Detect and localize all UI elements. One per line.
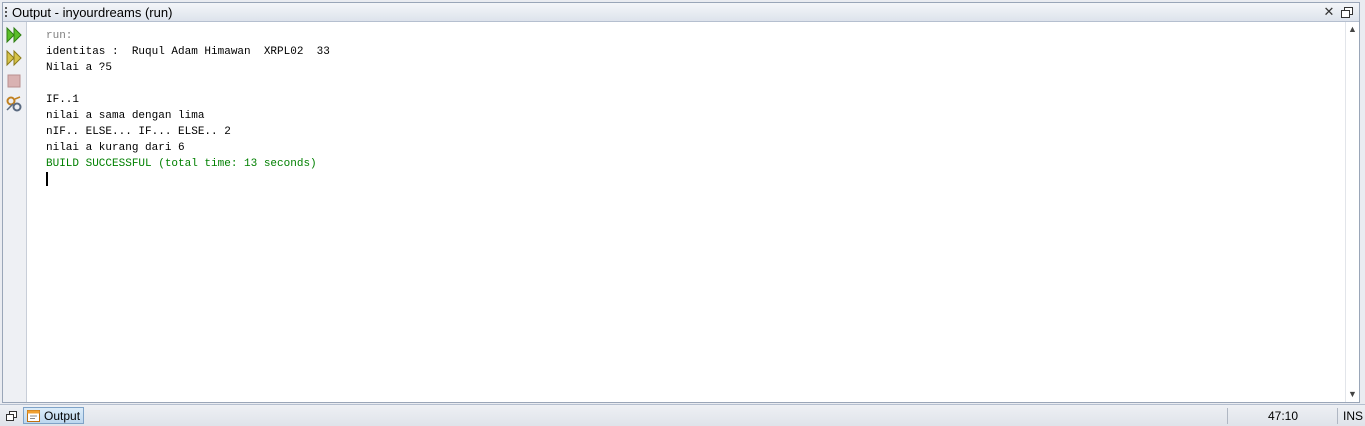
- caret-position: 47:10: [1268, 409, 1299, 423]
- output-line: nilai a sama dengan lima: [46, 110, 205, 122]
- output-line: [46, 76, 330, 92]
- close-button[interactable]: ✕: [1322, 5, 1336, 19]
- output-lines: run: identitas : Ruqul Adam Himawan XRPL…: [46, 28, 330, 172]
- restore-button[interactable]: [1340, 5, 1354, 19]
- output-tab-label: Output: [44, 409, 81, 423]
- drag-grip-icon[interactable]: [5, 7, 7, 18]
- vertical-scrollbar[interactable]: ▲ ▼: [1345, 22, 1359, 402]
- output-minimized-tab[interactable]: Output: [23, 407, 84, 424]
- output-line: IF..1: [46, 94, 80, 106]
- output-tab-icon: [27, 410, 40, 422]
- rerun-with-options-icon: [6, 49, 22, 67]
- status-separator: [1337, 408, 1338, 424]
- rerun-with-options-button[interactable]: [5, 49, 23, 67]
- rerun-icon: [6, 26, 22, 44]
- output-line: run:: [46, 30, 73, 42]
- settings-icon: [6, 96, 22, 112]
- output-line: Nilai a ?5: [46, 62, 113, 74]
- output-line: BUILD SUCCESSFUL (total time: 13 seconds…: [46, 158, 317, 170]
- output-console[interactable]: run: identitas : Ruqul Adam Himawan XRPL…: [28, 22, 1345, 402]
- rerun-button[interactable]: [5, 26, 23, 44]
- insert-mode-indicator: INS: [1343, 409, 1364, 423]
- output-line: nIF.. ELSE... IF... ELSE.. 2: [46, 126, 231, 138]
- restore-window-group-button[interactable]: [5, 410, 17, 422]
- status-bar: Output 47:10 INS: [0, 404, 1365, 426]
- window-title: Output - inyourdreams (run): [12, 5, 173, 20]
- output-window: Output - inyourdreams (run) ✕ run: ident…: [2, 2, 1360, 403]
- settings-button[interactable]: [5, 95, 23, 113]
- output-toolbar: [3, 22, 27, 402]
- restore-icon-back: [1341, 10, 1350, 18]
- stop-button[interactable]: [5, 72, 23, 90]
- stop-icon: [7, 74, 21, 88]
- scroll-down-icon[interactable]: ▼: [1348, 390, 1357, 399]
- output-line: nilai a kurang dari 6: [46, 142, 185, 154]
- status-separator: [1227, 408, 1228, 424]
- output-line: identitas : Ruqul Adam Himawan XRPL02 33: [46, 46, 330, 58]
- text-caret: [46, 172, 48, 186]
- restore-group-icon-back: [6, 414, 14, 421]
- scroll-up-icon[interactable]: ▲: [1348, 25, 1357, 34]
- output-titlebar[interactable]: Output - inyourdreams (run) ✕: [3, 3, 1359, 22]
